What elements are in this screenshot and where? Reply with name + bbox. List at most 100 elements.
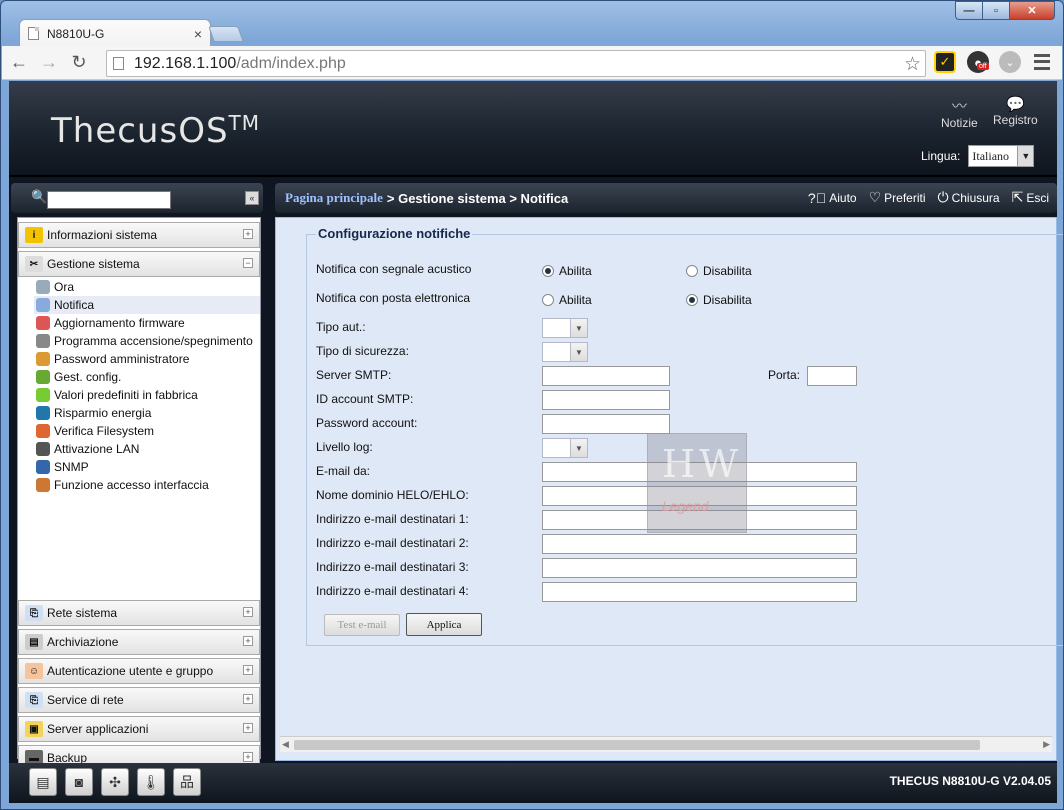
tree-item-label: Valori predefiniti in fabbrica	[54, 388, 198, 402]
forward-icon[interactable]: →	[36, 50, 62, 76]
sidebar-tree: Ora Notifica Aggiornamento firmware Program…	[34, 278, 260, 494]
expand-icon[interactable]: +	[243, 607, 253, 617]
extension-privacy-icon[interactable]: ● off	[967, 51, 989, 73]
temperature-icon[interactable]: 🌡	[137, 768, 165, 796]
radio-dot	[686, 265, 698, 277]
extension-pocket-icon[interactable]: ⌄	[999, 51, 1021, 73]
browser-tab[interactable]: N8810U-G ×	[19, 19, 211, 47]
shutdown-button[interactable]: ⏻ Chiusura	[937, 189, 999, 206]
port-input[interactable]	[807, 366, 857, 386]
sidebar-section-autenticazione-utente-e-gruppo[interactable]: ☺ Autenticazione utente e gruppo +	[18, 658, 260, 684]
tree-item-verifica-filesystem[interactable]: Verifica Filesystem	[34, 422, 260, 440]
maximize-button[interactable]: ▫	[982, 1, 1010, 20]
sidebar-search-bar: 🔍 «	[11, 183, 263, 213]
recipient-2-input[interactable]	[542, 534, 857, 554]
fan-status-icon[interactable]: ✣	[101, 768, 129, 796]
news-link[interactable]: 〰 Notizie	[941, 95, 978, 130]
log-link[interactable]: 💬 Registro	[993, 95, 1038, 127]
beep-enable-radio[interactable]: Abilita	[542, 264, 592, 278]
collapse-sidebar-button[interactable]: «	[245, 191, 259, 205]
auth-type-select[interactable]: ▼	[542, 318, 588, 338]
expand-icon[interactable]: +	[243, 665, 253, 675]
recipient-1-input[interactable]	[542, 510, 857, 530]
test-email-button[interactable]: Test e-mail	[324, 614, 400, 636]
email-enable-radio[interactable]: Abilita	[542, 293, 592, 307]
sidebar-section-label: Archiviazione	[47, 635, 119, 649]
account-password-input[interactable]	[542, 414, 670, 434]
logout-button[interactable]: ⇱ Esci	[1012, 189, 1049, 206]
tree-item-snmp[interactable]: SNMP	[34, 458, 260, 476]
tree-item-risparmio-energia[interactable]: Risparmio energia	[34, 404, 260, 422]
firmware-icon	[36, 316, 50, 330]
email-disable-radio[interactable]: Disabilita	[686, 293, 752, 307]
sidebar-section-rete-sistema[interactable]: ⎘ Rete sistema +	[18, 600, 260, 626]
beep-disable-radio[interactable]: Disabilita	[686, 264, 752, 278]
sidebar-section-service-di-rete[interactable]: ⎘ Service di rete +	[18, 687, 260, 713]
expand-icon[interactable]: +	[243, 694, 253, 704]
filesystem-check-icon	[36, 424, 50, 438]
network-status-icon[interactable]: 品	[173, 768, 201, 796]
power-icon: ⏻	[937, 189, 949, 205]
tree-item-label: Password amministratore	[54, 352, 190, 366]
reload-icon[interactable]: ↻	[66, 50, 92, 76]
new-tab-button[interactable]	[208, 26, 244, 42]
smtp-server-label: Server SMTP:	[316, 368, 392, 382]
tree-item-valori-predefiniti-in-fabbrica[interactable]: Valori predefiniti in fabbrica	[34, 386, 260, 404]
rss-icon: 〰	[951, 98, 967, 115]
tree-item-programma-accensione-spegnimento[interactable]: Programma accensione/spegnimento	[34, 332, 260, 350]
minimize-button[interactable]: —	[955, 1, 983, 20]
raid-status-icon[interactable]: ▤	[29, 768, 57, 796]
extension-check-icon[interactable]: ✓	[934, 51, 956, 73]
apply-button[interactable]: Applica	[406, 613, 482, 636]
tree-item-attivazione-lan[interactable]: Attivazione LAN	[34, 440, 260, 458]
storage-icon: ▤	[25, 634, 43, 650]
tree-item-aggiornamento-firmware[interactable]: Aggiornamento firmware	[34, 314, 260, 332]
recipient-3-input[interactable]	[542, 558, 857, 578]
back-icon[interactable]: ←	[6, 50, 32, 76]
horizontal-scrollbar[interactable]: ◀ ▶	[280, 736, 1052, 752]
page-icon	[28, 27, 39, 40]
chevron-down-icon: ▼	[570, 343, 587, 361]
tree-item-ora[interactable]: Ora	[34, 278, 260, 296]
tree-item-gest-config-[interactable]: Gest. config.	[34, 368, 260, 386]
help-icon: ?⃝	[807, 189, 827, 206]
sidebar-section-gestione-sistema[interactable]: ✂ Gestione sistema −	[18, 251, 260, 277]
expand-icon[interactable]: +	[243, 723, 253, 733]
sidebar-search-input[interactable]	[47, 191, 171, 209]
help-button[interactable]: ?⃝ Aiuto	[808, 190, 857, 206]
disk-status-icon[interactable]: ◙	[65, 768, 93, 796]
browser-menu-icon[interactable]	[1034, 52, 1050, 72]
sidebar-section-informazioni-sistema[interactable]: i Informazioni sistema +	[18, 222, 260, 248]
clock-icon	[36, 280, 50, 294]
close-window-button[interactable]: ✕	[1009, 1, 1055, 20]
auth-type-label: Tipo aut.:	[316, 320, 366, 334]
security-type-select[interactable]: ▼	[542, 342, 588, 362]
tab-close-icon[interactable]: ×	[194, 26, 202, 42]
chevron-down-icon: ▼	[570, 439, 587, 457]
helo-domain-input[interactable]	[542, 486, 857, 506]
tree-item-label: Verifica Filesystem	[54, 424, 155, 438]
favorites-button[interactable]: ♡ Preferiti	[869, 189, 926, 206]
sidebar-section-server-applicazioni[interactable]: ▣ Server applicazioni +	[18, 716, 260, 742]
bookmark-star-icon[interactable]: ☆	[904, 53, 921, 76]
expand-icon[interactable]: +	[243, 229, 253, 239]
expand-icon[interactable]: +	[243, 636, 253, 646]
smtp-account-input[interactable]	[542, 390, 670, 410]
tree-item-funzione-accesso-interfaccia[interactable]: Funzione accesso interfaccia	[34, 476, 260, 494]
log-level-select[interactable]: ▼	[542, 438, 588, 458]
recipient-4-input[interactable]	[542, 582, 857, 602]
security-type-label: Tipo di sicurezza:	[316, 344, 409, 358]
sidebar-section-archiviazione[interactable]: ▤ Archiviazione +	[18, 629, 260, 655]
email-from-input[interactable]	[542, 462, 857, 482]
beep-notification-label: Notifica con segnale acustico	[316, 262, 472, 276]
app-footer: ▤ ◙ ✣ 🌡 品 THECUS N8810U-G V2.04.05	[9, 763, 1057, 803]
page-icon	[113, 57, 124, 70]
breadcrumb-home-link[interactable]: Pagina principale	[285, 190, 383, 206]
language-dropdown[interactable]: Italiano ▼	[968, 145, 1035, 167]
address-bar[interactable]: 192.168.1.100/adm/index.php ☆	[106, 50, 926, 77]
smtp-server-input[interactable]	[542, 366, 670, 386]
tree-item-password-amministratore[interactable]: Password amministratore	[34, 350, 260, 368]
collapse-icon[interactable]: −	[243, 258, 253, 268]
tree-item-notifica[interactable]: Notifica	[34, 296, 260, 314]
expand-icon[interactable]: +	[243, 752, 253, 762]
